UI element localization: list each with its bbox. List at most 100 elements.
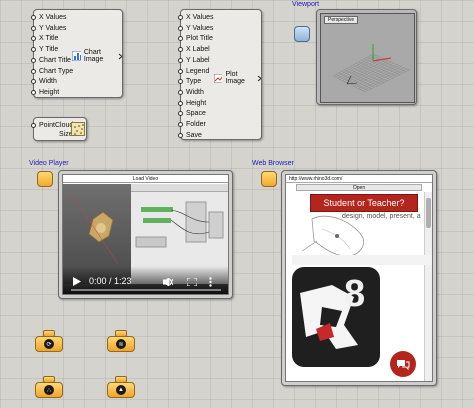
student-teacher-banner[interactable]: Student or Teacher?	[310, 194, 418, 212]
input-grip[interactable]	[178, 36, 183, 42]
viewport-view[interactable]: Perspective	[320, 13, 415, 103]
video-controls: 0:00 / 1:23	[63, 266, 228, 294]
triangle-icon: ▲	[116, 385, 126, 395]
plot-input-row[interactable]: Legend	[178, 66, 209, 77]
plot-image-label: Plot Image	[225, 71, 245, 85]
browser-open-button[interactable]: Open	[296, 184, 422, 191]
input-grip[interactable]	[31, 57, 36, 63]
chart-input-label: X Values	[39, 14, 67, 21]
video-input-grip[interactable]	[37, 171, 53, 187]
chart-input-row[interactable]: Chart Type	[31, 66, 74, 77]
pointcloud-label: PointCloud	[39, 122, 74, 129]
plot-input-label: Y Values	[186, 24, 214, 32]
mute-icon[interactable]	[163, 278, 173, 286]
viewport-component[interactable]: Perspective	[316, 9, 417, 105]
chart-input-label: Chart Type	[39, 67, 74, 75]
plot-input-label: Height	[186, 99, 207, 107]
logo-number: 8	[344, 273, 366, 315]
viewport-input-grip[interactable]	[294, 26, 310, 42]
rhino-logo: 8	[292, 267, 380, 367]
input-grip[interactable]	[178, 89, 183, 95]
rhino-sketch	[292, 215, 432, 265]
plot-input-label: Save	[186, 131, 202, 139]
plot-input-row[interactable]: Type	[178, 76, 201, 87]
web-browser-title: Web Browser	[252, 160, 294, 167]
layers-icon: ≋	[116, 339, 126, 349]
input-grip[interactable]	[31, 25, 36, 31]
plot-input-row[interactable]: X Label	[178, 44, 210, 55]
input-grip[interactable]	[178, 57, 183, 63]
plot-input-row[interactable]: Y Values	[178, 23, 213, 34]
pointcloud-component[interactable]: PointCloud Size	[31, 117, 87, 141]
input-grip[interactable]	[178, 111, 183, 117]
plot-input-row[interactable]: Width	[178, 87, 204, 98]
input-grip[interactable]	[178, 47, 183, 53]
input-grip[interactable]	[31, 15, 36, 20]
chevron-right-icon	[118, 53, 122, 59]
plot-input-label: Legend	[186, 67, 210, 75]
input-grip[interactable]	[31, 36, 36, 42]
chart-input-label: Y Values	[39, 24, 67, 32]
browser-input-grip[interactable]	[261, 171, 277, 187]
plot-input-label: Folder	[186, 121, 206, 128]
video-progress-bar[interactable]	[71, 289, 221, 291]
plot-input-label: Y Label	[186, 56, 210, 64]
chart-input-label: Chart Title	[39, 56, 71, 64]
browser-url[interactable]: http://www.rhino3d.com/	[286, 175, 432, 183]
viewport-title: Viewport	[292, 1, 320, 8]
input-grip[interactable]	[178, 79, 183, 85]
input-grip[interactable]	[31, 79, 36, 85]
input-grip[interactable]	[178, 15, 183, 20]
small-component-2[interactable]: ≋	[107, 330, 135, 352]
chevron-right-icon	[257, 75, 261, 81]
video-frame[interactable]: 0:00 / 1:23	[63, 184, 228, 294]
chart-input-row[interactable]: Y Title	[31, 44, 71, 55]
plot-input-row[interactable]: Folder	[178, 119, 206, 130]
more-options-icon[interactable]	[209, 277, 212, 287]
small-component-4[interactable]: ▲	[107, 376, 135, 398]
plot-input-row[interactable]: Y Label	[178, 55, 210, 66]
input-grip[interactable]	[178, 132, 183, 138]
input-grip[interactable]	[31, 123, 36, 128]
plot-icon	[214, 73, 223, 83]
plot-input-row[interactable]: Plot Title	[178, 33, 213, 44]
plot-image-component[interactable]: X Values Y Values Plot Title X Label Y Label…	[178, 9, 262, 141]
viewport-grid	[332, 44, 410, 93]
input-grip[interactable]	[178, 100, 183, 106]
plot-input-row[interactable]: Height	[178, 98, 206, 109]
input-grip[interactable]	[178, 122, 183, 127]
video-player-component[interactable]: Load Video 0:00 / 1:23	[58, 170, 233, 299]
small-component-3[interactable]: ∴	[35, 376, 63, 398]
plot-input-row[interactable]: Save	[178, 130, 202, 141]
plot-input-label: X Label	[186, 46, 210, 54]
chart-image-output: Chart Image	[72, 49, 122, 63]
web-browser-component[interactable]: http://www.rhino3d.com/ Open Student or …	[281, 170, 437, 386]
plot-input-row[interactable]: X Values	[178, 12, 214, 23]
input-grip[interactable]	[31, 47, 36, 53]
plot-image-output: Plot Image	[214, 71, 261, 85]
chart-input-row[interactable]: Width	[31, 76, 71, 87]
chart-input-row[interactable]: Y Values	[31, 23, 71, 34]
chat-icon[interactable]	[390, 351, 416, 377]
video-window-title: Load Video	[63, 175, 228, 183]
input-grip[interactable]	[31, 68, 36, 74]
fullscreen-icon[interactable]	[187, 278, 197, 286]
video-3d-model	[72, 195, 119, 265]
video-player-title: Video Player	[29, 160, 69, 167]
video-time: 0:00 / 1:23	[89, 276, 132, 286]
plot-input-label: Width	[186, 88, 204, 96]
input-grip[interactable]	[178, 68, 183, 74]
chart-input-row[interactable]: Chart Title	[31, 55, 71, 66]
plot-input-row[interactable]: Space	[178, 108, 206, 119]
chart-input-row[interactable]: X Values	[31, 12, 71, 23]
input-grip[interactable]	[178, 25, 183, 31]
refresh-icon: ⟳	[44, 339, 54, 349]
small-component-1[interactable]: ⟳	[35, 330, 63, 352]
input-grip[interactable]	[31, 89, 36, 95]
play-icon[interactable]	[73, 277, 81, 286]
chart-input-row[interactable]: Height	[31, 87, 71, 98]
chart-input-label: Width	[39, 78, 57, 86]
chart-input-label: Y Title	[39, 46, 59, 54]
chart-image-component[interactable]: X Values Y Values X Title Y Title Chart Titl…	[31, 9, 123, 98]
chart-input-row[interactable]: X Title	[31, 33, 71, 44]
